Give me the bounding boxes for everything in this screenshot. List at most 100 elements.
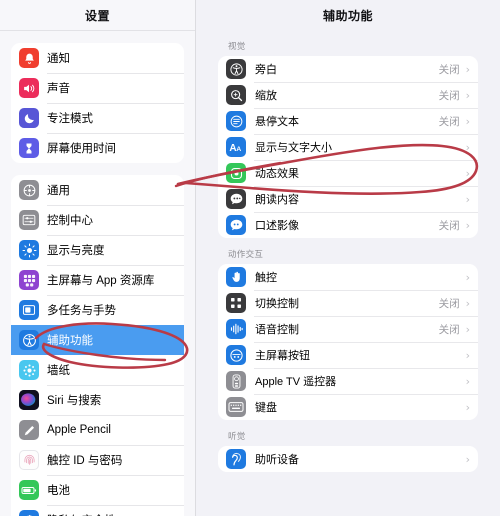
moon-icon [19,108,39,128]
motion-icon [226,163,246,183]
sidebar-item-row-1-11[interactable]: 隐私与安全性 [11,505,184,516]
sidebar-item-row-1-1[interactable]: 控制中心 [11,205,184,235]
settings-row-label: 动态效果 [255,168,299,180]
sidebar-item-label: 屏幕使用时间 [47,143,116,155]
section-header: 动作交互 [228,249,264,259]
accessibility-icon [19,330,39,350]
accessibility-detail-pane: 辅助功能 视觉 旁白 关闭 › 缩放 关闭 › 悬停文本 关闭 › A A 显示与文字大小 › 动态效果 › 朗… [196,0,500,516]
chevron-right-icon: › [465,62,470,76]
sidebar-item-accessibility[interactable]: 辅助功能 [11,325,184,355]
settings-row[interactable]: Apple TV 遥控器 › [218,368,478,394]
settings-row[interactable]: 键盘 › [218,394,478,420]
touch-icon [226,267,246,287]
display-text-size-icon: AA [226,137,246,157]
sidebar-item-row-1-4[interactable]: 多任务与手势 [11,295,184,325]
hand-raised-icon [19,510,39,516]
settings-row-value: 关闭 [438,63,460,76]
sidebar-item-row-1-0[interactable]: 通用 [11,175,184,205]
sidebar-item-label: 通用 [47,185,70,197]
settings-sidebar: 设置 通知声音专注模式屏幕使用时间 通用控制中心显示与亮度主屏幕与 App 资源库… [0,0,196,516]
chevron-right-icon: › [465,322,470,336]
settings-row[interactable]: 动态效果 › [218,160,478,186]
sidebar-item-label: 通知 [47,53,70,65]
sidebar-item-row-1-9[interactable]: 触控 ID 与密码 [11,445,184,475]
settings-row[interactable]: 悬停文本 关闭 › [218,108,478,134]
sidebar-item-label: 多任务与手势 [47,305,116,317]
chevron-right-icon: › [465,218,470,232]
bell-icon [19,48,39,68]
section-header: 视觉 [228,41,246,51]
hourglass-icon [19,138,39,158]
settings-window: 设置 通知声音专注模式屏幕使用时间 通用控制中心显示与亮度主屏幕与 App 资源库… [0,0,500,516]
hearing-devices-icon [226,449,246,469]
settings-row[interactable]: 缩放 关闭 › [218,82,478,108]
sidebar-item-row-1-2[interactable]: 显示与亮度 [11,235,184,265]
chevron-right-icon: › [465,114,470,128]
chevron-right-icon: › [465,140,470,154]
chevron-right-icon: › [465,296,470,310]
brightness-icon [19,240,39,260]
sidebar-item-label: 触控 ID 与密码 [47,455,123,467]
siri-icon [19,390,39,410]
sidebar-item-row-1-3[interactable]: 主屏幕与 App 资源库 [11,265,184,295]
settings-row-label: 旁白 [255,64,277,76]
sliders-icon [19,210,39,230]
zoom-magnifier-icon [226,85,246,105]
switch-control-icon [226,293,246,313]
settings-row-label: 键盘 [255,402,277,414]
sidebar-item-row-1-8[interactable]: Apple Pencil [11,415,184,445]
sidebar-item-row-0-1[interactable]: 声音 [11,73,184,103]
sidebar-item-row-0-3[interactable]: 屏幕使用时间 [11,133,184,163]
settings-group: 助听设备 › [218,446,478,472]
sidebar-group: 通知声音专注模式屏幕使用时间 [11,43,184,163]
detail-scroll-area[interactable]: 视觉 旁白 关闭 › 缩放 关闭 › 悬停文本 关闭 › A A 显示与文字大小 › 动态效果 › 朗读内容 › 口… [196,30,500,516]
settings-row-label: Apple TV 遥控器 [255,376,337,388]
settings-row-label: 缩放 [255,90,277,102]
settings-row-label: 朗读内容 [255,194,299,206]
sidebar-item-row-0-2[interactable]: 专注模式 [11,103,184,133]
sidebar-item-label: 墙纸 [47,365,70,377]
sidebar-item-label: 主屏幕与 App 资源库 [47,275,155,287]
settings-row-label: 切换控制 [255,298,299,310]
sidebar-item-row-1-6[interactable]: 墙纸 [11,355,184,385]
sidebar-item-row-1-7[interactable]: Siri 与搜索 [11,385,184,415]
settings-row-label: 语音控制 [255,324,299,336]
app-grid-icon [19,270,39,290]
sidebar-item-label: 控制中心 [47,215,93,227]
voice-control-icon [226,319,246,339]
settings-row[interactable]: 语音控制 关闭 › [218,316,478,342]
sidebar-scroll-area[interactable]: 通知声音专注模式屏幕使用时间 通用控制中心显示与亮度主屏幕与 App 资源库 多任务… [0,31,195,516]
sidebar-item-row-0-0[interactable]: 通知 [11,43,184,73]
settings-row[interactable]: 口述影像 关闭 › [218,212,478,238]
sidebar-item-row-1-10[interactable]: 电池 [11,475,184,505]
page-title: 辅助功能 [322,8,373,23]
section-header: 听觉 [228,431,246,441]
sidebar-item-label: 专注模式 [47,113,93,125]
settings-row[interactable]: 触控 › [218,264,478,290]
spoken-content-icon [226,189,246,209]
sidebar-item-label: Apple Pencil [47,424,111,436]
settings-row-label: 助听设备 [255,454,299,466]
settings-row-value: 关闭 [438,297,460,310]
sidebar-title: 设置 [84,8,110,23]
chevron-right-icon: › [465,348,470,362]
pencil-icon [19,420,39,440]
chevron-right-icon: › [465,192,470,206]
gear-icon [19,180,39,200]
chevron-right-icon: › [465,88,470,102]
sidebar-item-label: 隐私与安全性 [47,512,116,516]
settings-row[interactable]: 主屏幕按钮 › [218,342,478,368]
voiceover-icon [226,59,246,79]
settings-row-label: 显示与文字大小 [255,142,332,154]
chevron-right-icon: › [465,270,470,284]
settings-row[interactable]: 助听设备 › [218,446,478,472]
settings-group: 旁白 关闭 › 缩放 关闭 › 悬停文本 关闭 › A A 显示与文字大小 › 动态效果 › 朗读内容 › 口述影… [218,56,478,238]
settings-row[interactable]: 旁白 关闭 › [218,56,478,82]
svg-text:A: A [229,143,236,154]
settings-row[interactable]: A A 显示与文字大小 › [218,134,478,160]
settings-row[interactable]: 切换控制 关闭 › [218,290,478,316]
home-button-icon [226,345,246,365]
chevron-right-icon: › [465,400,470,414]
settings-row[interactable]: 朗读内容 › [218,186,478,212]
settings-row-label: 触控 [255,272,277,284]
